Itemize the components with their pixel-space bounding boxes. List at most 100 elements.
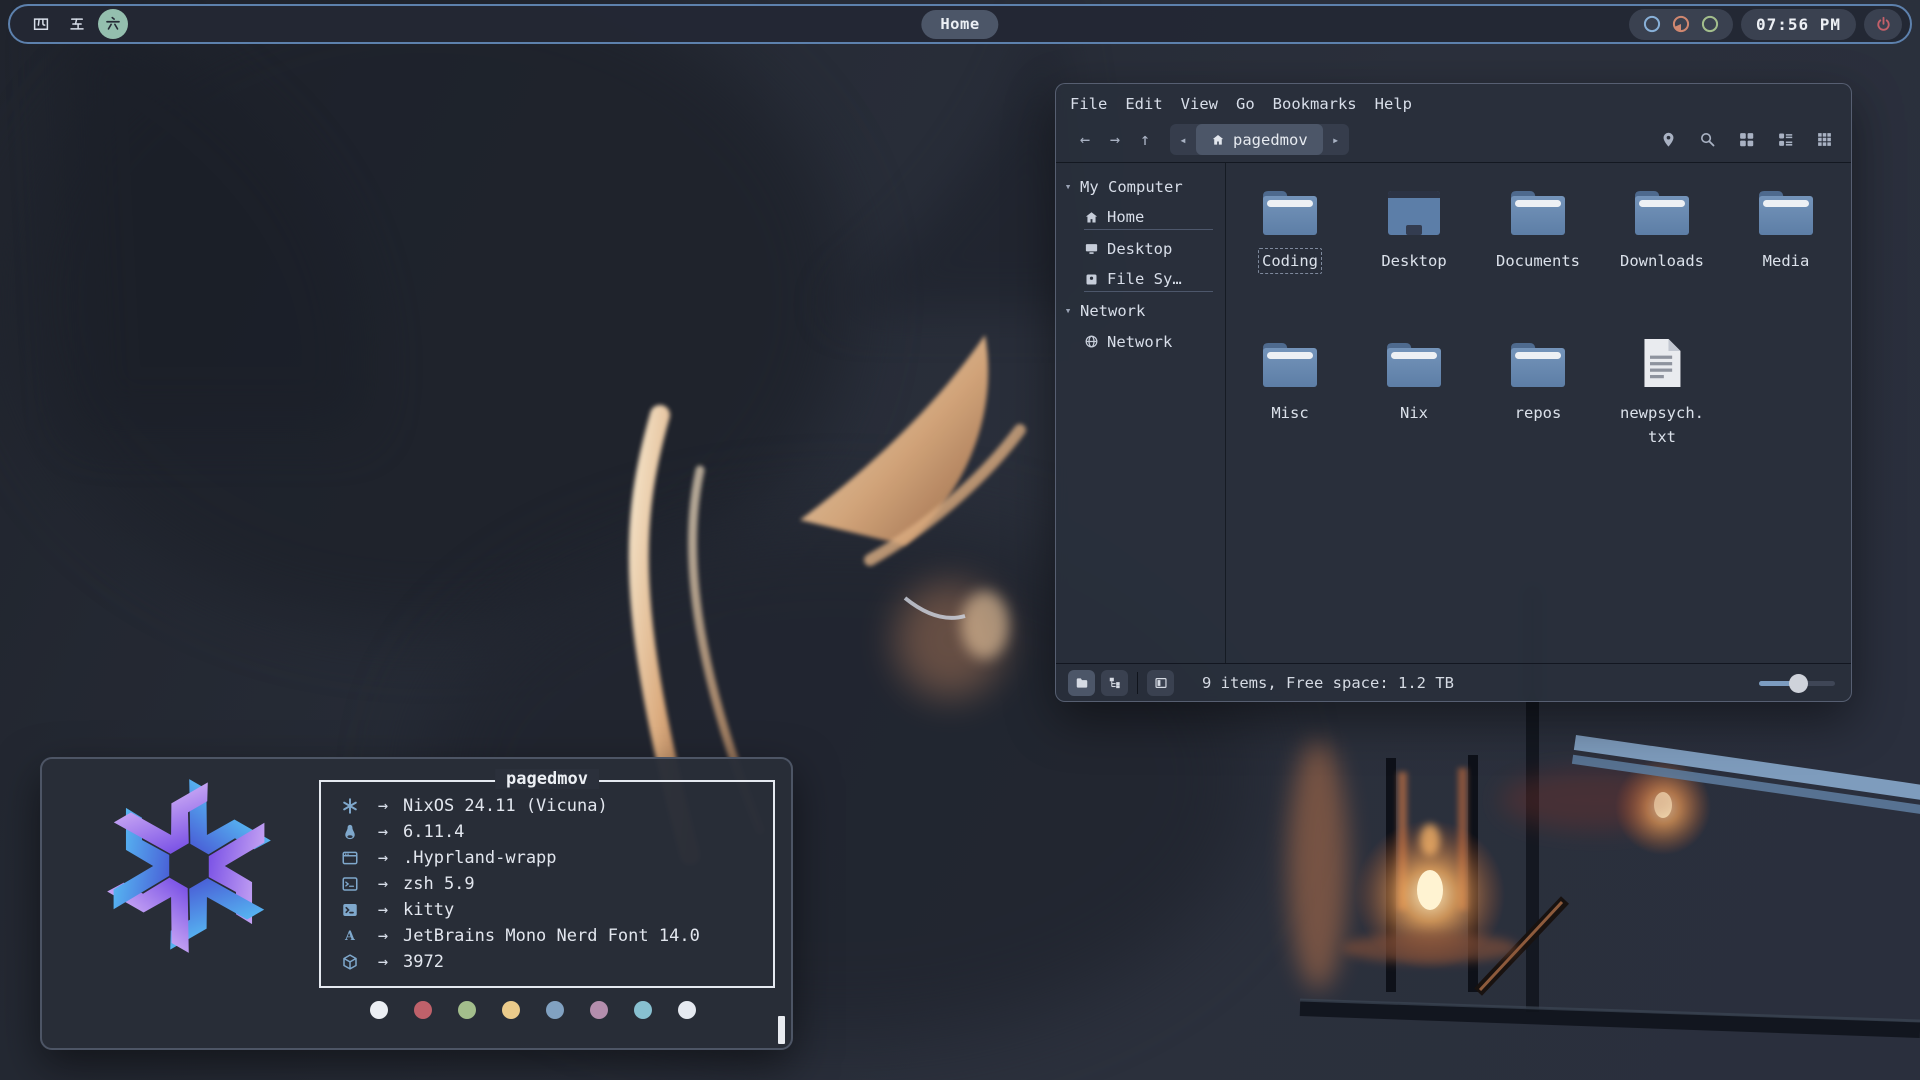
svg-text:A: A [344,929,356,944]
sidebar-section-network[interactable]: ▾ Network [1056,295,1225,326]
file-item-folder[interactable]: Nix [1352,327,1476,479]
palette-dot [678,1001,696,1019]
fetch-row-font: A → JetBrains Mono Nerd Font 14.0 [337,923,773,949]
arrow-icon: → [363,900,403,920]
file-item-folder[interactable]: Downloads [1600,175,1724,327]
forward-button[interactable]: → [1100,130,1130,150]
workspace-switcher [26,9,128,39]
fetch-value: zsh 5.9 [403,874,475,894]
palette-dot [414,1001,432,1019]
fastfetch-frame: pagedmov → NixOS 24.11 (Vicuna) → 6.11.4 [319,780,775,988]
tree-pane-icon [1108,676,1122,690]
path-previous-chevron[interactable]: ◂ [1170,124,1196,155]
circle-indicator-blue-icon [1642,14,1662,34]
sidebar-item-label: File Sy… [1107,270,1182,288]
sidebar-item-home[interactable]: Home [1056,202,1225,233]
file-item-folder[interactable]: Coding [1228,175,1352,327]
fetch-row-os: → NixOS 24.11 (Vicuna) [337,793,773,819]
workspace-button-5[interactable] [62,9,92,39]
file-label: Misc [1267,400,1312,426]
palette-dot [634,1001,652,1019]
menu-edit[interactable]: Edit [1125,95,1162,113]
file-label: Documents [1492,248,1584,274]
file-label: Desktop [1377,248,1450,274]
home-icon [1211,133,1225,147]
file-item-folder[interactable]: Documents [1476,175,1600,327]
desktop-icon [1084,241,1099,256]
file-label: Media [1759,248,1814,274]
arrow-icon: → [363,796,403,816]
file-item-folder[interactable]: Desktop [1352,175,1476,327]
menu-help[interactable]: Help [1375,95,1412,113]
arrow-icon: → [363,874,403,894]
top-status-bar: Home 07:56 PM [8,4,1912,44]
file-item-folder[interactable]: repos [1476,327,1600,479]
toolbar-right-icons [1660,131,1837,148]
fetch-value: 6.11.4 [403,822,464,842]
sidebar-section-my-computer[interactable]: ▾ My Computer [1056,171,1225,202]
places-sidebar: ▾ My Computer Home Desktop [1056,163,1226,663]
toolbar: ← → ↑ ◂ pagedmov ▸ [1056,117,1851,162]
file-manager-window: File Edit View Go Bookmarks Help ← → ↑ ◂… [1055,83,1852,702]
fetch-row-packages: → 3972 [337,949,773,975]
compact-view-icon[interactable] [1777,131,1794,148]
slider-thumb[interactable] [1789,674,1808,693]
workspace-glyph-four [32,15,50,33]
power-button[interactable] [1864,9,1902,40]
sidebar-item-desktop[interactable]: Desktop [1056,233,1225,264]
icon-view-icon[interactable] [1738,131,1755,148]
terminal-scrollbar[interactable] [778,1016,785,1044]
location-pin-icon[interactable] [1660,131,1677,148]
fetch-value: .Hyprland-wrapp [403,848,557,868]
zoom-slider[interactable] [1759,673,1835,693]
circle-indicator-green-icon [1700,14,1720,34]
desktop-folder-icon [1382,187,1446,239]
split-view-button[interactable] [1147,670,1174,696]
sidebar-item-network[interactable]: Network [1056,326,1225,357]
back-button[interactable]: ← [1070,130,1100,150]
fetch-value: 3972 [403,952,444,972]
folder-icon [1630,187,1694,239]
menu-file[interactable]: File [1070,95,1107,113]
search-icon[interactable] [1699,131,1716,148]
shell-icon [341,875,359,893]
file-item-folder[interactable]: Media [1724,175,1848,327]
text-file-icon [1638,335,1686,391]
file-label: Nix [1396,400,1432,426]
up-button[interactable]: ↑ [1130,130,1160,150]
status-bar: 9 items, Free space: 1.2 TB [1056,663,1851,701]
active-window-title: Home [921,10,998,39]
palette-dot [370,1001,388,1019]
clock-widget[interactable]: 07:56 PM [1741,9,1856,40]
file-label: Coding [1258,248,1322,274]
file-label: Downloads [1616,248,1708,274]
path-segment-home[interactable]: pagedmov [1196,124,1323,155]
folder-icon [1382,339,1446,391]
fetch-value: kitty [403,900,454,920]
workspace-button-6-active[interactable] [98,9,128,39]
collapse-caret-icon[interactable]: ▾ [1056,180,1080,193]
workspace-button-4[interactable] [26,9,56,39]
terminal-color-palette [370,1001,696,1019]
file-label: newpsych.txt [1614,400,1710,450]
fetch-row-shell: → zsh 5.9 [337,871,773,897]
menu-go[interactable]: Go [1236,95,1255,113]
folder-icon [1506,187,1570,239]
folder-icon [1258,339,1322,391]
menu-view[interactable]: View [1181,95,1218,113]
folder-icon [1754,187,1818,239]
path-next-chevron[interactable]: ▸ [1323,124,1349,155]
menu-bookmarks[interactable]: Bookmarks [1273,95,1357,113]
file-item-text-file[interactable]: newpsych.txt [1600,327,1724,479]
tree-pane-button[interactable] [1101,670,1128,696]
status-text: 9 items, Free space: 1.2 TB [1173,674,1483,692]
sidebar-item-file-system[interactable]: File Sy… [1056,264,1225,295]
nixos-logo [100,777,278,955]
status-indicators[interactable] [1629,9,1733,40]
file-label: repos [1511,400,1566,426]
collapse-caret-icon[interactable]: ▾ [1056,304,1080,317]
file-item-folder[interactable]: Misc [1228,327,1352,479]
thumbnail-view-icon[interactable] [1816,131,1833,148]
places-pane-button[interactable] [1068,670,1095,696]
packages-icon [341,953,359,971]
